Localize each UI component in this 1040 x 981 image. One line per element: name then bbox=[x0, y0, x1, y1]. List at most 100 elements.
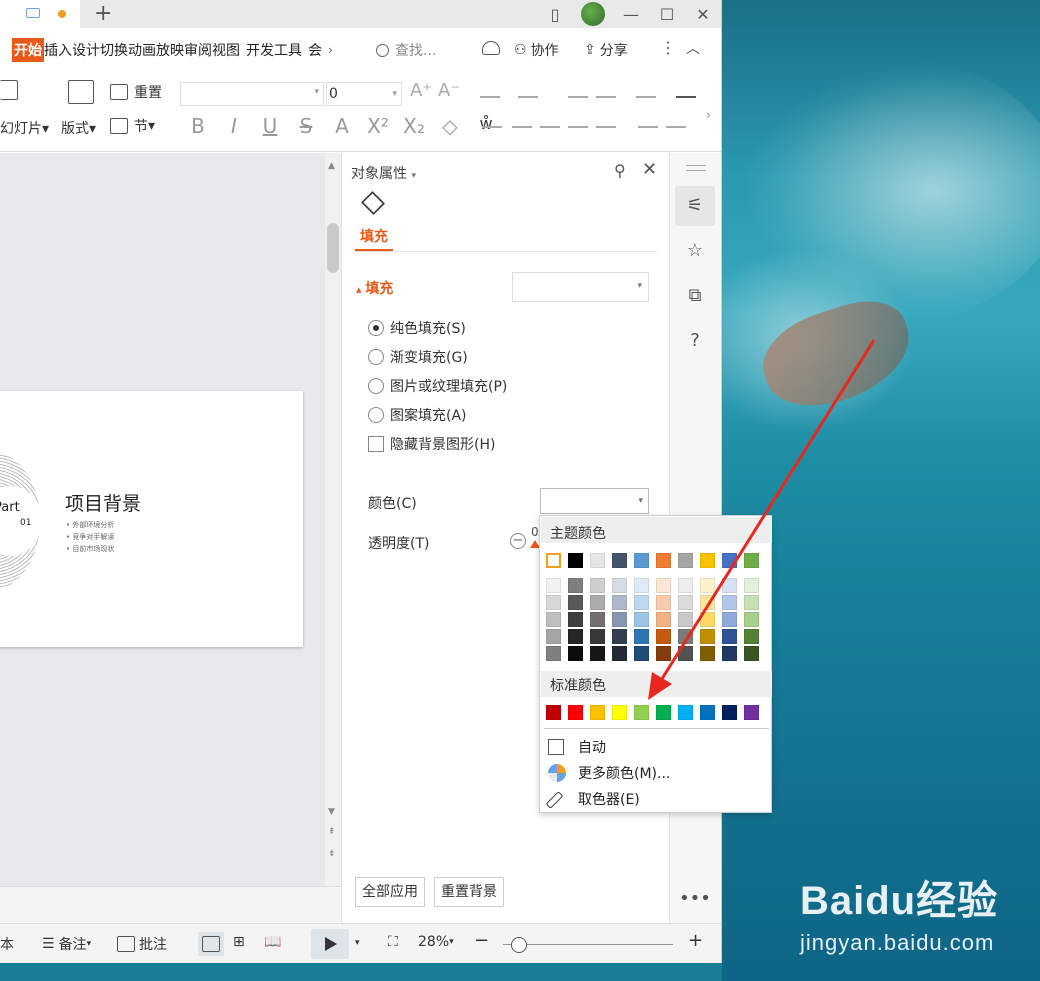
standard-color-swatch[interactable] bbox=[722, 705, 737, 720]
underline-icon[interactable]: U bbox=[258, 114, 282, 138]
help-icon[interactable]: ? bbox=[675, 321, 715, 361]
shade-swatch[interactable] bbox=[546, 595, 561, 610]
decrease-font-icon[interactable]: A⁻ bbox=[438, 80, 460, 101]
reset-button[interactable]: 重置 bbox=[110, 82, 162, 102]
shade-swatch[interactable] bbox=[700, 612, 715, 627]
new-tab-button[interactable]: + bbox=[94, 0, 112, 28]
shade-swatch[interactable] bbox=[590, 612, 605, 627]
transparency-decrease-button[interactable]: − bbox=[510, 533, 526, 549]
reading-view-icon[interactable]: 📖 bbox=[264, 934, 281, 950]
shade-swatch[interactable] bbox=[634, 578, 649, 593]
tab-design[interactable]: 设计 bbox=[72, 40, 100, 60]
notes-button[interactable]: ☰ 备注 ▾ bbox=[42, 934, 91, 954]
shade-swatch[interactable] bbox=[634, 612, 649, 627]
shade-swatch[interactable] bbox=[568, 646, 583, 661]
zoom-in-button[interactable]: + bbox=[688, 930, 703, 951]
apply-all-button[interactable]: 全部应用 bbox=[355, 877, 425, 907]
shade-swatch[interactable] bbox=[590, 629, 605, 644]
font-name-select[interactable]: ▾ bbox=[180, 82, 324, 106]
subscript-icon[interactable]: X₂ bbox=[402, 114, 426, 138]
color-dropdown[interactable]: ▾ bbox=[540, 488, 649, 514]
section-button[interactable]: 节 ▾ bbox=[110, 116, 155, 136]
shade-swatch[interactable] bbox=[612, 612, 627, 627]
vertical-scrollbar[interactable]: ▲ ▼ ⇞ ⇟ bbox=[325, 153, 341, 886]
standard-color-swatch[interactable] bbox=[656, 705, 671, 720]
document-tab[interactable] bbox=[0, 0, 80, 28]
tab-fill[interactable]: 填充 bbox=[360, 226, 388, 246]
shade-swatch[interactable] bbox=[744, 595, 759, 610]
font-color-icon[interactable]: A bbox=[330, 114, 354, 138]
page-counter-icon[interactable]: ▯ bbox=[537, 5, 573, 24]
bold-icon[interactable]: B bbox=[186, 114, 210, 138]
search-input[interactable]: 查找... bbox=[395, 40, 436, 60]
animation-star-icon[interactable]: ☆ bbox=[675, 231, 715, 271]
tab-animation[interactable]: 动画 bbox=[128, 40, 156, 60]
drag-handle[interactable] bbox=[686, 165, 706, 171]
share-button[interactable]: ⇪ 分享 bbox=[584, 40, 628, 60]
properties-sliders-icon[interactable]: ⚟ bbox=[675, 186, 715, 226]
slideshow-options-icon[interactable]: ▾ bbox=[355, 938, 360, 948]
shade-swatch[interactable] bbox=[590, 646, 605, 661]
theme-color-swatch[interactable] bbox=[546, 553, 561, 568]
fill-section-header[interactable]: 填充 bbox=[356, 278, 393, 298]
zoom-level[interactable]: 28% ▾ bbox=[418, 934, 454, 950]
radio-gradient[interactable] bbox=[368, 349, 384, 365]
pin-icon[interactable]: ⚲ bbox=[614, 161, 626, 180]
shade-swatch[interactable] bbox=[612, 629, 627, 644]
shade-swatch[interactable] bbox=[678, 612, 693, 627]
radio-pattern[interactable] bbox=[368, 407, 384, 423]
shade-swatch[interactable] bbox=[612, 595, 627, 610]
shade-swatch[interactable] bbox=[568, 612, 583, 627]
fit-window-icon[interactable]: ⛶ bbox=[388, 934, 398, 950]
prev-slide-icon[interactable]: ⇞ bbox=[328, 827, 336, 837]
shade-swatch[interactable] bbox=[744, 629, 759, 644]
shade-swatch[interactable] bbox=[700, 595, 715, 610]
maximize-button[interactable]: ☐ bbox=[649, 5, 685, 24]
theme-color-swatch[interactable] bbox=[722, 553, 737, 568]
play-slideshow-button[interactable] bbox=[311, 929, 349, 959]
fill-preset-select[interactable]: ▾ bbox=[512, 272, 649, 302]
scroll-down-icon[interactable]: ▼ bbox=[328, 807, 335, 817]
option-picture-fill[interactable]: 图片或纹理填充(P) bbox=[368, 376, 507, 396]
auto-color-option[interactable]: 自动 bbox=[548, 737, 606, 757]
bullet-list-icon[interactable] bbox=[480, 96, 500, 98]
standard-color-swatch[interactable] bbox=[590, 705, 605, 720]
more-colors-option[interactable]: 更多颜色(M)... bbox=[548, 763, 670, 783]
reset-background-button[interactable]: 重置背景 bbox=[434, 877, 504, 907]
justify-icon[interactable] bbox=[568, 126, 588, 128]
align-left-icon[interactable] bbox=[482, 126, 502, 128]
distribute-icon[interactable] bbox=[596, 126, 616, 128]
shade-swatch[interactable] bbox=[722, 629, 737, 644]
next-slide-icon[interactable]: ⇟ bbox=[328, 849, 336, 859]
horizontal-scrollbar[interactable] bbox=[0, 886, 341, 922]
shade-swatch[interactable] bbox=[656, 595, 671, 610]
zoom-slider[interactable] bbox=[503, 944, 673, 945]
more-horizontal-icon[interactable]: ••• bbox=[675, 879, 715, 919]
standard-color-swatch[interactable] bbox=[678, 705, 693, 720]
standard-color-swatch[interactable] bbox=[568, 705, 583, 720]
tab-home[interactable]: 开始 bbox=[12, 38, 44, 62]
font-size-select[interactable]: 0 ▾ bbox=[326, 82, 402, 106]
shade-swatch[interactable] bbox=[546, 612, 561, 627]
shade-swatch[interactable] bbox=[700, 578, 715, 593]
shade-swatch[interactable] bbox=[700, 629, 715, 644]
shade-swatch[interactable] bbox=[546, 578, 561, 593]
shade-swatch[interactable] bbox=[744, 646, 759, 661]
align-center-icon[interactable] bbox=[512, 126, 532, 128]
theme-color-swatch[interactable] bbox=[634, 553, 649, 568]
slide-bullets[interactable]: 外部环境分析 竞争对手解读 目前市场现状 bbox=[66, 519, 114, 555]
italic-icon[interactable]: I bbox=[222, 114, 246, 138]
shade-swatch[interactable] bbox=[634, 646, 649, 661]
avatar[interactable] bbox=[581, 2, 605, 26]
shade-swatch[interactable] bbox=[700, 646, 715, 661]
strikethrough-icon[interactable]: S bbox=[294, 114, 318, 138]
shade-swatch[interactable] bbox=[656, 646, 671, 661]
shade-swatch[interactable] bbox=[678, 595, 693, 610]
new-slide-label[interactable]: 幻灯片▾ bbox=[0, 118, 49, 138]
pane-title[interactable]: 对象属性 ▾ bbox=[351, 163, 416, 183]
close-window-button[interactable]: ✕ bbox=[685, 5, 721, 24]
radio-solid[interactable] bbox=[368, 320, 384, 336]
decrease-indent-icon[interactable] bbox=[568, 96, 588, 98]
tab-developer[interactable]: 开发工具 bbox=[246, 40, 302, 60]
hide-bg-checkbox[interactable] bbox=[368, 436, 384, 452]
